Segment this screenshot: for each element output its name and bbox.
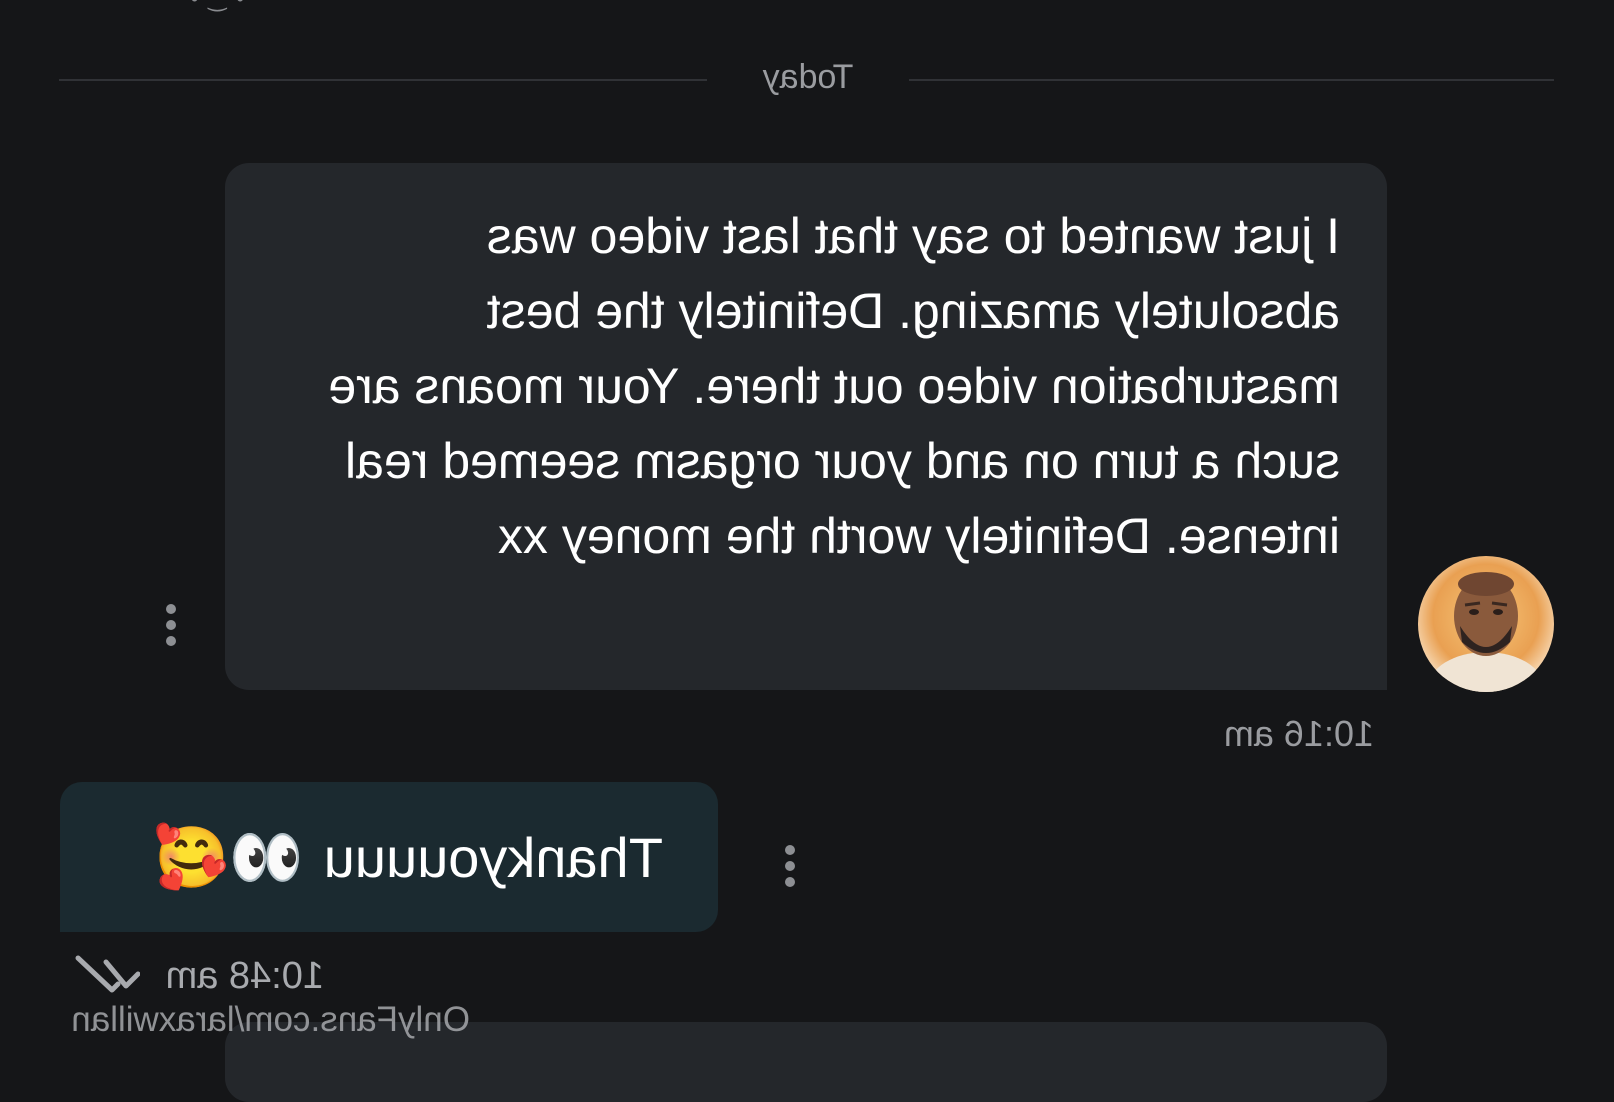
incoming-message-text: I just wanted to say that last video was… — [328, 208, 1340, 564]
previous-message-fragment: • ‿ • — [189, 0, 244, 12]
avatar-photo — [1418, 556, 1554, 692]
incoming-message-time: 10:16 am — [1223, 713, 1374, 754]
outgoing-message-time: 10:48 am — [165, 955, 324, 997]
date-divider-line-right — [59, 79, 707, 81]
outgoing-message-bubble[interactable]: Thankyouuuu 👀🥰 — [60, 782, 718, 932]
message-options-icon[interactable] — [165, 604, 177, 646]
sender-avatar[interactable] — [1418, 556, 1554, 692]
outgoing-message-text: Thankyouuuu — [323, 825, 663, 889]
date-divider-line-left — [909, 79, 1554, 81]
outgoing-message-emoji: 👀🥰 — [154, 822, 304, 893]
chat-view: • ‿ • Today I just wanted to say that — [0, 0, 1614, 1102]
message-options-icon[interactable] — [784, 845, 796, 887]
incoming-message-bubble[interactable]: I just wanted to say that last video was… — [225, 163, 1387, 690]
watermark: OnlyFans.com/laraxwillan — [71, 1000, 470, 1039]
date-divider-label: Today — [762, 58, 854, 96]
double-check-icon — [75, 955, 140, 993]
